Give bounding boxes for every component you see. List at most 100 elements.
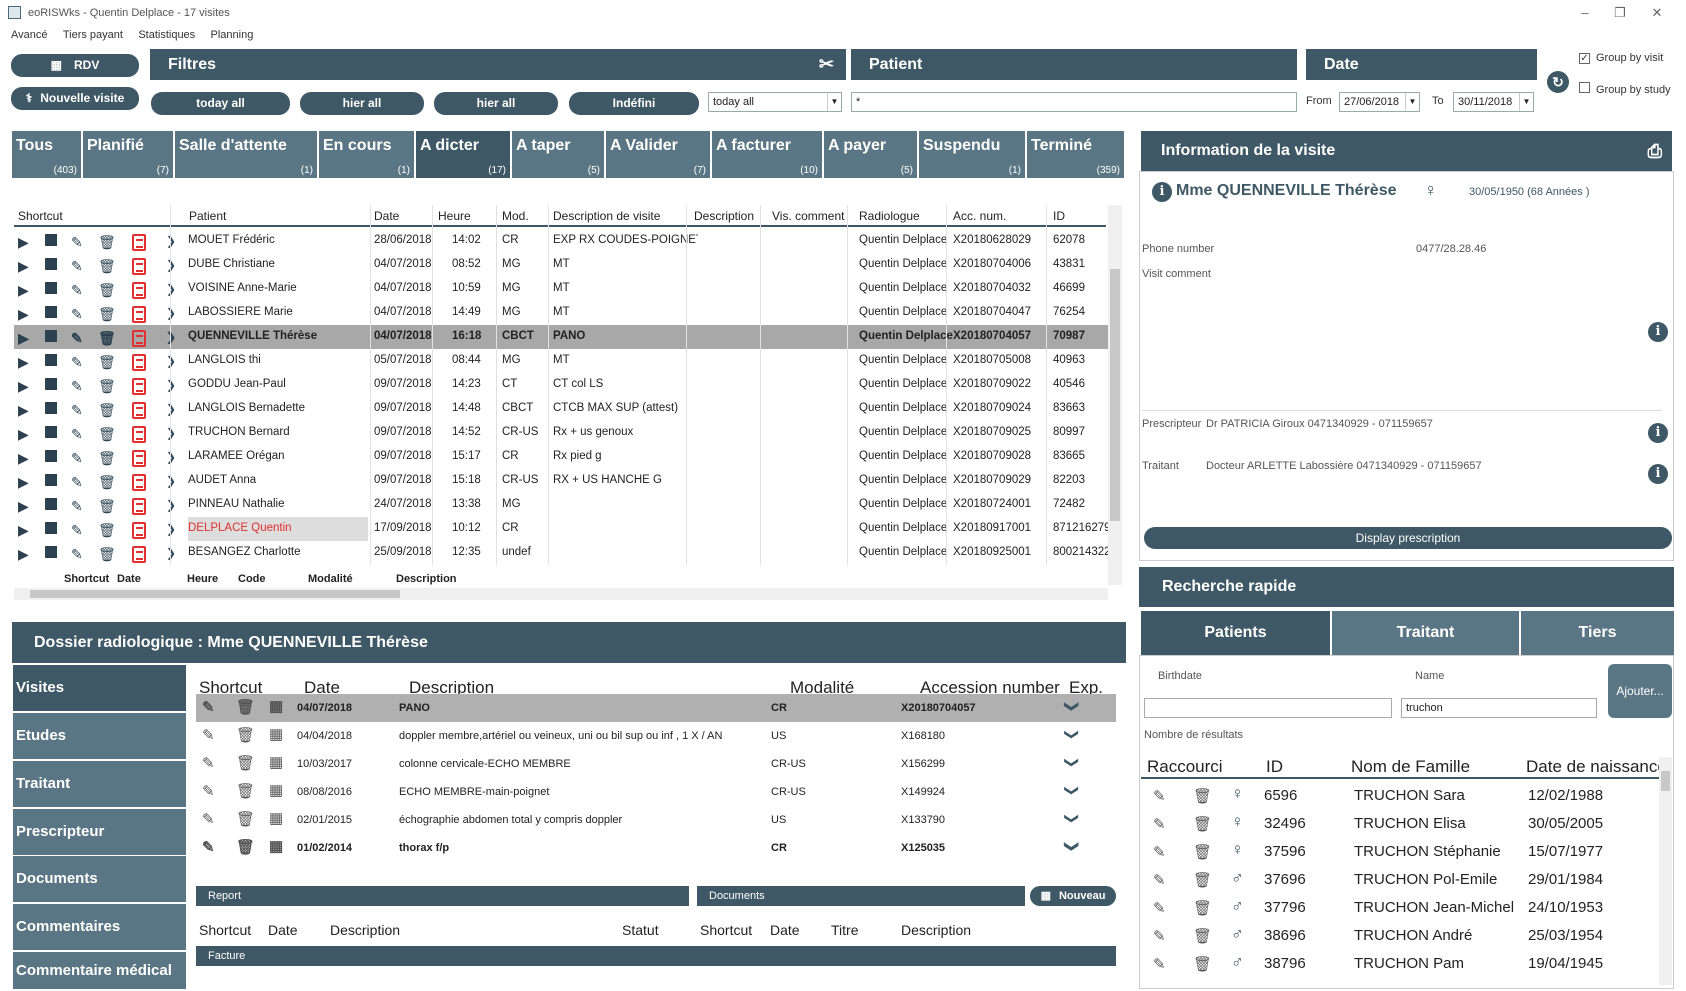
stop-icon[interactable] (45, 546, 57, 558)
trash-icon[interactable]: 🗑 (98, 234, 116, 251)
chevron-down-icon[interactable]: ❯ (166, 450, 176, 464)
col-shortcut[interactable]: Shortcut (18, 209, 63, 223)
report-icon[interactable] (132, 546, 146, 563)
play-icon[interactable]: ▶ (18, 354, 29, 371)
chevron-down-icon[interactable]: ❯ (166, 546, 176, 560)
edit-icon[interactable]: ✎ (1153, 899, 1166, 917)
menu-planning[interactable]: Planning (211, 29, 254, 41)
report-icon[interactable] (132, 450, 146, 467)
edit-icon[interactable]: ✎ (71, 474, 83, 491)
play-icon[interactable]: ▶ (18, 402, 29, 419)
table-row[interactable]: ▶ ✎ 🗑 ❯ VOISINE Anne-Marie 04/07/2018 10:59 MG M… (14, 277, 1108, 301)
table-row[interactable]: ▶ ✎ 🗑 ❯ MOUET Frédéric 28/06/2018 14:02 CR EXP R… (14, 229, 1108, 253)
edit-icon[interactable]: ✎ (71, 402, 83, 419)
report-icon[interactable] (132, 282, 146, 299)
trash-icon[interactable]: 🗑 (98, 282, 116, 299)
edit-icon[interactable]: ✎ (202, 698, 215, 716)
edit-icon[interactable]: ✎ (202, 726, 215, 744)
chevron-down-icon[interactable]: ❯ (166, 282, 176, 296)
trash-icon[interactable]: 🗑 (98, 498, 116, 515)
chevron-down-icon[interactable]: ❯ (166, 234, 176, 248)
play-icon[interactable]: ▶ (18, 474, 29, 491)
trash-icon[interactable]: 🗑 (1193, 871, 1212, 889)
refresh-icon[interactable]: ↻ (1547, 71, 1569, 93)
report-icon[interactable] (132, 498, 146, 515)
trash-icon[interactable]: 🗑 (1193, 955, 1212, 973)
col-nom-famille[interactable]: Nom de Famille (1351, 757, 1470, 777)
side-documents[interactable]: Documents (13, 856, 186, 902)
quick-search-vscroll[interactable] (1659, 757, 1672, 985)
col-qs-id[interactable]: ID (1266, 757, 1283, 777)
visit-grid-vscroll[interactable] (1108, 205, 1122, 585)
stop-icon[interactable] (45, 330, 57, 342)
stop-icon[interactable] (45, 402, 57, 414)
side-commentaire-medical[interactable]: Commentaire médical (13, 952, 186, 989)
rdv-button[interactable]: ▦ RDV (11, 54, 139, 77)
edit-icon[interactable]: ✎ (202, 810, 215, 828)
trash-icon[interactable]: 🗑 (98, 426, 116, 443)
report-icon[interactable] (132, 426, 146, 443)
tab-planifie[interactable]: Planifié (7) (83, 131, 175, 178)
report-icon[interactable] (132, 522, 146, 539)
tab-a-taper[interactable]: A taper (5) (512, 131, 606, 178)
to-date-picker[interactable]: 30/11/2018 ▼ (1453, 92, 1534, 112)
edit-icon[interactable]: ✎ (1153, 843, 1166, 861)
edit-icon[interactable]: ✎ (71, 450, 83, 467)
dossier-row[interactable]: ✎ 🗑 ▦ 04/07/2018 PANO CR X20180704057 ❯ (196, 694, 1116, 722)
trash-icon[interactable]: 🗑 (236, 726, 255, 744)
tab-a-facturer[interactable]: A facturer (10) (712, 131, 824, 178)
report-icon[interactable] (132, 402, 146, 419)
play-icon[interactable]: ▶ (18, 234, 29, 251)
edit-icon[interactable]: ✎ (71, 426, 83, 443)
edit-icon[interactable]: ✎ (202, 838, 215, 856)
edit-icon[interactable]: ✎ (202, 782, 215, 800)
dossier-row[interactable]: ✎ 🗑 ▦ 04/04/2018 doppler membre,artériel ou … (196, 722, 1116, 750)
stop-icon[interactable] (45, 522, 57, 534)
chevron-down-icon[interactable]: ❯ (1063, 701, 1080, 713)
list-item[interactable]: ✎ 🗑 ♂ 37696 TRUCHON Pol-Emile 29/01/1984 (1141, 865, 1661, 893)
tab-suspendu[interactable]: Suspendu (1) (919, 131, 1027, 178)
side-prescripteur[interactable]: Prescripteur (13, 809, 186, 855)
stop-icon[interactable] (45, 450, 57, 462)
edit-icon[interactable]: ✎ (1153, 787, 1166, 805)
trash-icon[interactable]: 🗑 (98, 474, 116, 491)
edit-icon[interactable]: ✎ (71, 498, 83, 515)
chevron-down-icon[interactable]: ❯ (1063, 785, 1080, 797)
edit-icon[interactable]: ✎ (202, 754, 215, 772)
traitant-info-icon[interactable]: i (1648, 464, 1668, 484)
report-icon[interactable] (132, 306, 146, 323)
list-item[interactable]: ✎ 🗑 ♂ 38696 TRUCHON André 25/03/1954 (1141, 921, 1661, 949)
filter-today-all-button[interactable]: today all (151, 92, 290, 115)
side-commentaires[interactable]: Commentaires (13, 904, 186, 950)
table-row[interactable]: ▶ ✎ 🗑 ❯ DELPLACE Quentin 17/09/2018 10:12 CR Que… (14, 517, 1108, 541)
menu-avance[interactable]: Avancé (11, 29, 48, 41)
trash-icon[interactable]: 🗑 (98, 354, 116, 371)
edit-icon[interactable]: ✎ (71, 306, 83, 323)
stop-icon[interactable] (45, 306, 57, 318)
nouveau-document-button[interactable]: ▦ Nouveau (1030, 886, 1116, 906)
calendar-icon[interactable]: ▦ (269, 725, 283, 743)
scroll-thumb[interactable] (1110, 269, 1120, 521)
trash-icon[interactable]: 🗑 (236, 782, 255, 800)
chevron-down-icon[interactable]: ❯ (166, 402, 176, 416)
birthdate-input[interactable] (1144, 698, 1392, 718)
hscroll-thumb[interactable] (30, 590, 400, 598)
report-icon[interactable] (132, 330, 146, 347)
table-row[interactable]: ▶ ✎ 🗑 ❯ PINNEAU Nathalie 24/07/2018 13:38 MG Que… (14, 493, 1108, 517)
maximize-icon[interactable]: ❐ (1608, 4, 1632, 22)
menu-statistiques[interactable]: Statistiques (138, 29, 195, 41)
col-radiologue[interactable]: Radiologue (859, 209, 920, 223)
chevron-down-icon[interactable]: ❯ (166, 474, 176, 488)
stop-icon[interactable] (45, 378, 57, 390)
col-description-visite[interactable]: Description de visite (553, 209, 660, 223)
chevron-down-icon[interactable]: ❯ (1063, 813, 1080, 825)
side-etudes[interactable]: Etudes (13, 713, 186, 759)
filter-select[interactable]: today all ▼ (708, 92, 842, 112)
col-description[interactable]: Description (694, 209, 754, 223)
filter-indefini-button[interactable]: Indéfini (569, 92, 699, 115)
calendar-icon[interactable]: ▦ (269, 781, 283, 799)
col-mod[interactable]: Mod. (502, 209, 529, 223)
trash-icon[interactable]: 🗑 (98, 378, 116, 395)
table-row[interactable]: ▶ ✎ 🗑 ❯ TRUCHON Bernard 09/07/2018 14:52 CR-US R… (14, 421, 1108, 445)
side-traitant[interactable]: Traitant (13, 761, 186, 807)
